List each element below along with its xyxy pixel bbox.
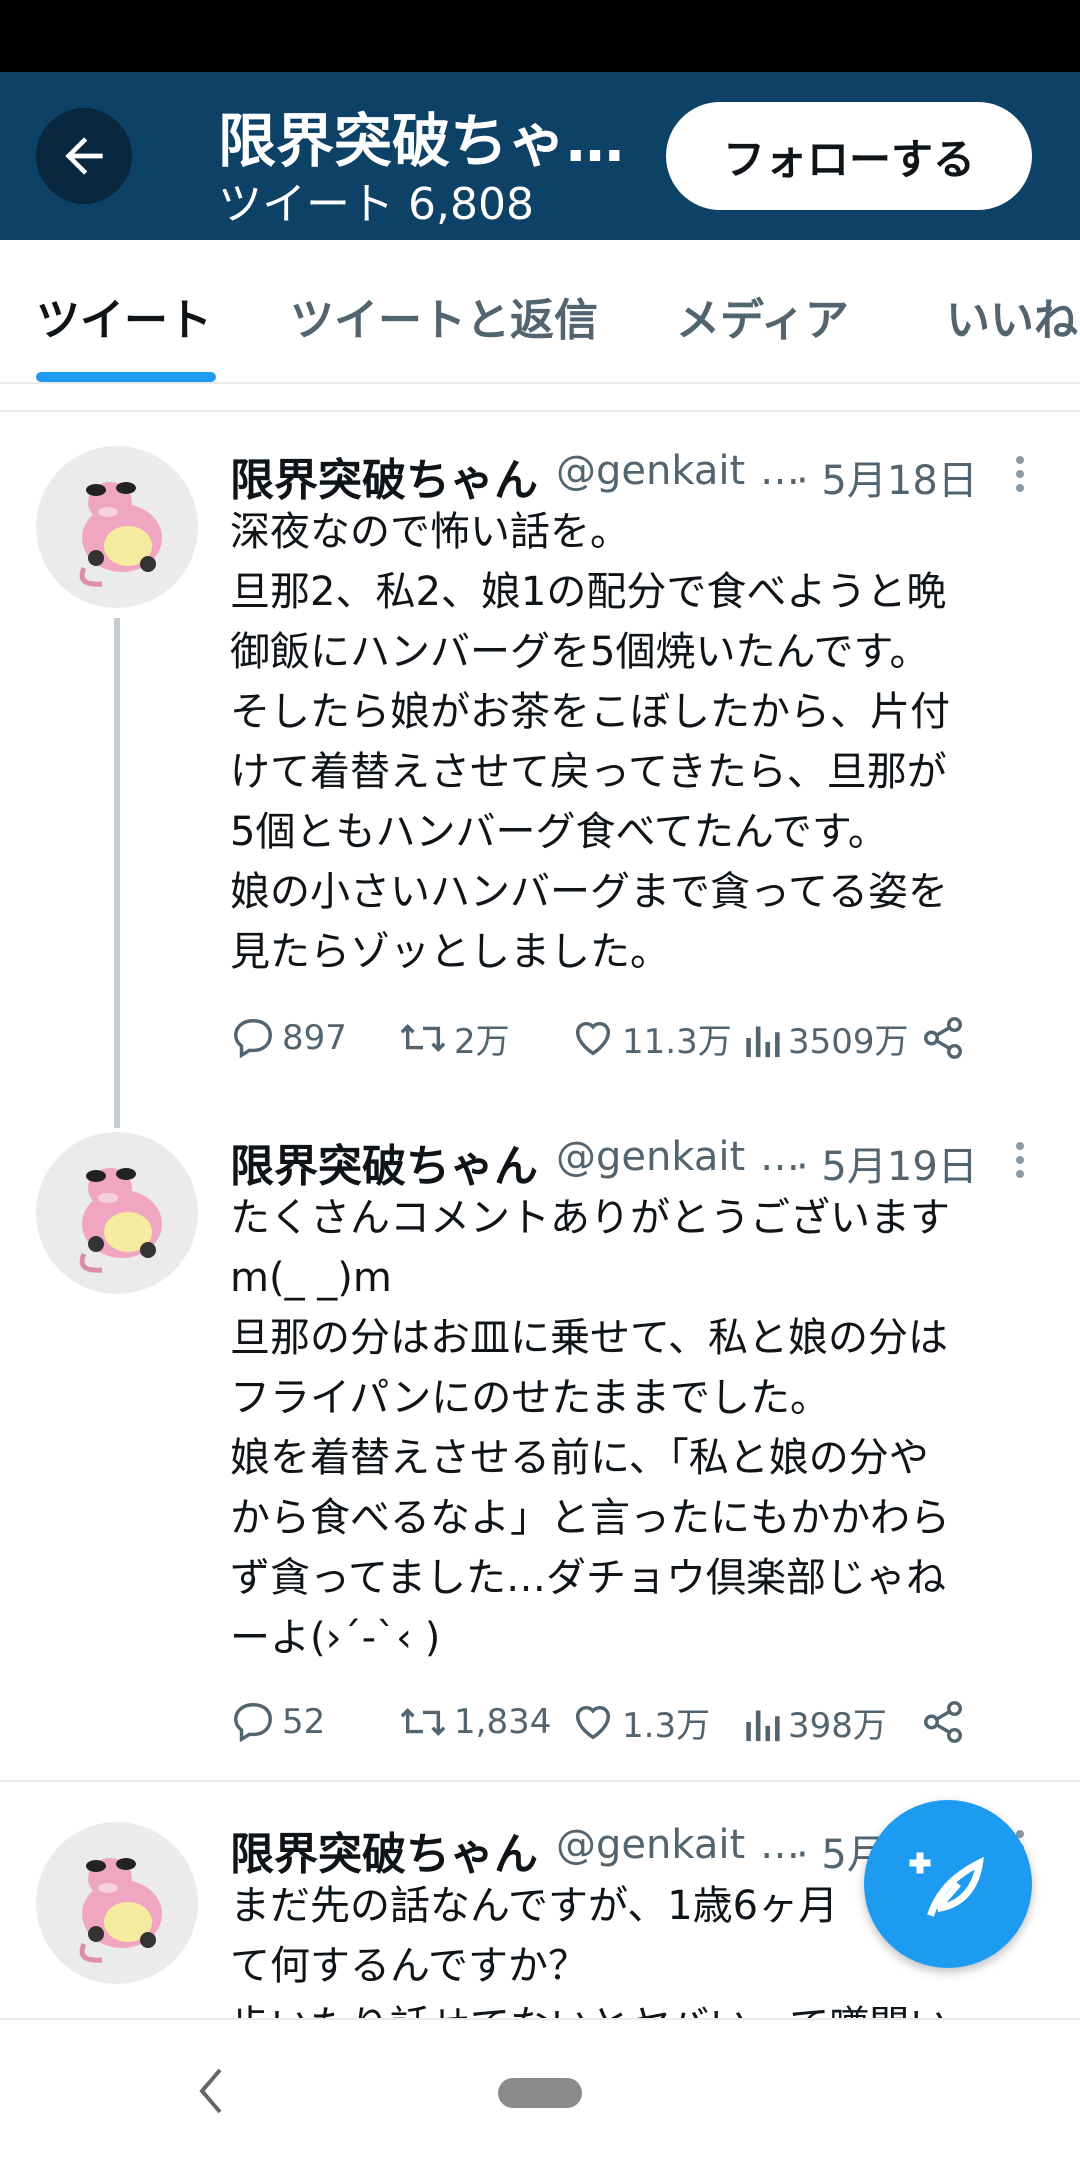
profile-tabs: ツイート ツイートと返信 メディア いいね [0, 240, 1080, 384]
feather-plus-icon [909, 1852, 984, 1917]
bar-chart-icon [746, 1026, 780, 1058]
back-button[interactable] [36, 108, 132, 204]
tweet[interactable]: 限界突破ちゃん @genkait … · 5月19日 たくさんコメントありがとう… [0, 1130, 1080, 1760]
profile-header-bar: 限界突破ちゃ… ツイート 6,808 フォローする [0, 72, 1080, 240]
share-icon [924, 1701, 962, 1743]
avatar[interactable] [36, 1132, 198, 1294]
speech-bubble-icon [234, 1703, 272, 1743]
reply-count: 897 [282, 1018, 347, 1058]
view-count: 3509万 [788, 1021, 909, 1062]
follow-button[interactable]: フォローする [666, 102, 1032, 210]
tab-likes[interactable]: いいね [946, 284, 1078, 348]
system-navigation-bar [0, 2018, 1080, 2160]
status-bar [0, 0, 1080, 72]
avatar-character-image [79, 482, 162, 587]
reply-button[interactable]: 897 [230, 1008, 347, 1068]
bar-chart-icon [746, 1710, 780, 1742]
views-button[interactable]: 398万 [742, 1692, 887, 1752]
heart-icon [575, 1021, 611, 1056]
reply-count: 52 [282, 1702, 326, 1742]
more-options-icon[interactable] [1010, 444, 1030, 504]
reply-button[interactable]: 52 [230, 1692, 325, 1752]
view-count: 398万 [788, 1705, 887, 1746]
tweet[interactable]: 限界突破ちゃん @genkait … · 5月18日 深夜なので怖い話を。 旦那… [0, 444, 1080, 1084]
tweet-author-name[interactable]: 限界突破ちゃん [230, 1818, 538, 1882]
handle-ellipsis: … [760, 1822, 800, 1868]
avatar[interactable] [36, 446, 198, 608]
handle-ellipsis: … [760, 1134, 800, 1180]
retweet-button[interactable]: 1,834 [398, 1692, 551, 1752]
divider [0, 410, 1080, 412]
tab-media[interactable]: メディア [676, 284, 849, 348]
speech-bubble-icon [234, 1019, 272, 1059]
nav-home-pill[interactable] [498, 2078, 582, 2108]
compose-tweet-button[interactable] [864, 1800, 1032, 1968]
handle-ellipsis: … [760, 448, 800, 494]
tweet-author-handle[interactable]: @genkait [556, 1822, 776, 1868]
views-button[interactable]: 3509万 [742, 1008, 909, 1068]
tweet-text: たくさんコメントありがとうございます m(_ _)m 旦那の分はお皿に乗せて、私… [230, 1195, 950, 1661]
more-options-icon[interactable] [1010, 1130, 1030, 1190]
tab-tweets-and-replies[interactable]: ツイートと返信 [290, 284, 598, 348]
heart-icon [575, 1705, 611, 1740]
avatar-character-image [79, 1168, 162, 1273]
tweet-actions: 897 2万 11.3万 3509万 [230, 1008, 1050, 1068]
retweet-count: 1,834 [454, 1702, 552, 1742]
tweet-author-handle[interactable]: @genkait [556, 1134, 776, 1180]
avatar[interactable] [36, 1822, 198, 1984]
retweet-icon [400, 1024, 446, 1052]
retweet-count: 2万 [454, 1021, 510, 1062]
tweet-count: ツイート 6,808 [218, 179, 534, 230]
tweet-actions: 52 1,834 1.3万 398万 [230, 1692, 1050, 1752]
share-button[interactable] [920, 1692, 972, 1752]
tab-tweets[interactable]: ツイート [36, 284, 212, 348]
like-button[interactable]: 1.3万 [570, 1692, 710, 1752]
tweet-date[interactable]: · 5月19日 [796, 1134, 978, 1192]
active-tab-indicator [36, 372, 216, 382]
avatar-character-image [79, 1858, 162, 1963]
tweet-author-handle[interactable]: @genkait [556, 448, 776, 494]
profile-name-title: 限界突破ちゃ… [218, 107, 625, 175]
share-button[interactable] [920, 1008, 972, 1068]
divider [0, 1780, 1080, 1782]
like-button[interactable]: 11.3万 [570, 1008, 732, 1068]
share-icon [924, 1017, 962, 1059]
arrow-left-icon [65, 137, 103, 175]
tweet-author-name[interactable]: 限界突破ちゃん [230, 444, 538, 508]
tweet-text: 深夜なので怖い話を。 旦那2、私2、娘1の配分で食べようと晩 御飯にハンバーグを… [230, 509, 950, 975]
retweet-button[interactable]: 2万 [398, 1008, 510, 1068]
nav-back-icon[interactable] [196, 2064, 226, 2118]
tweet-date[interactable]: · 5月18日 [796, 448, 978, 506]
retweet-icon [400, 1708, 446, 1736]
like-count: 11.3万 [622, 1021, 732, 1062]
like-count: 1.3万 [622, 1705, 711, 1746]
tweet-author-name[interactable]: 限界突破ちゃん [230, 1130, 538, 1194]
